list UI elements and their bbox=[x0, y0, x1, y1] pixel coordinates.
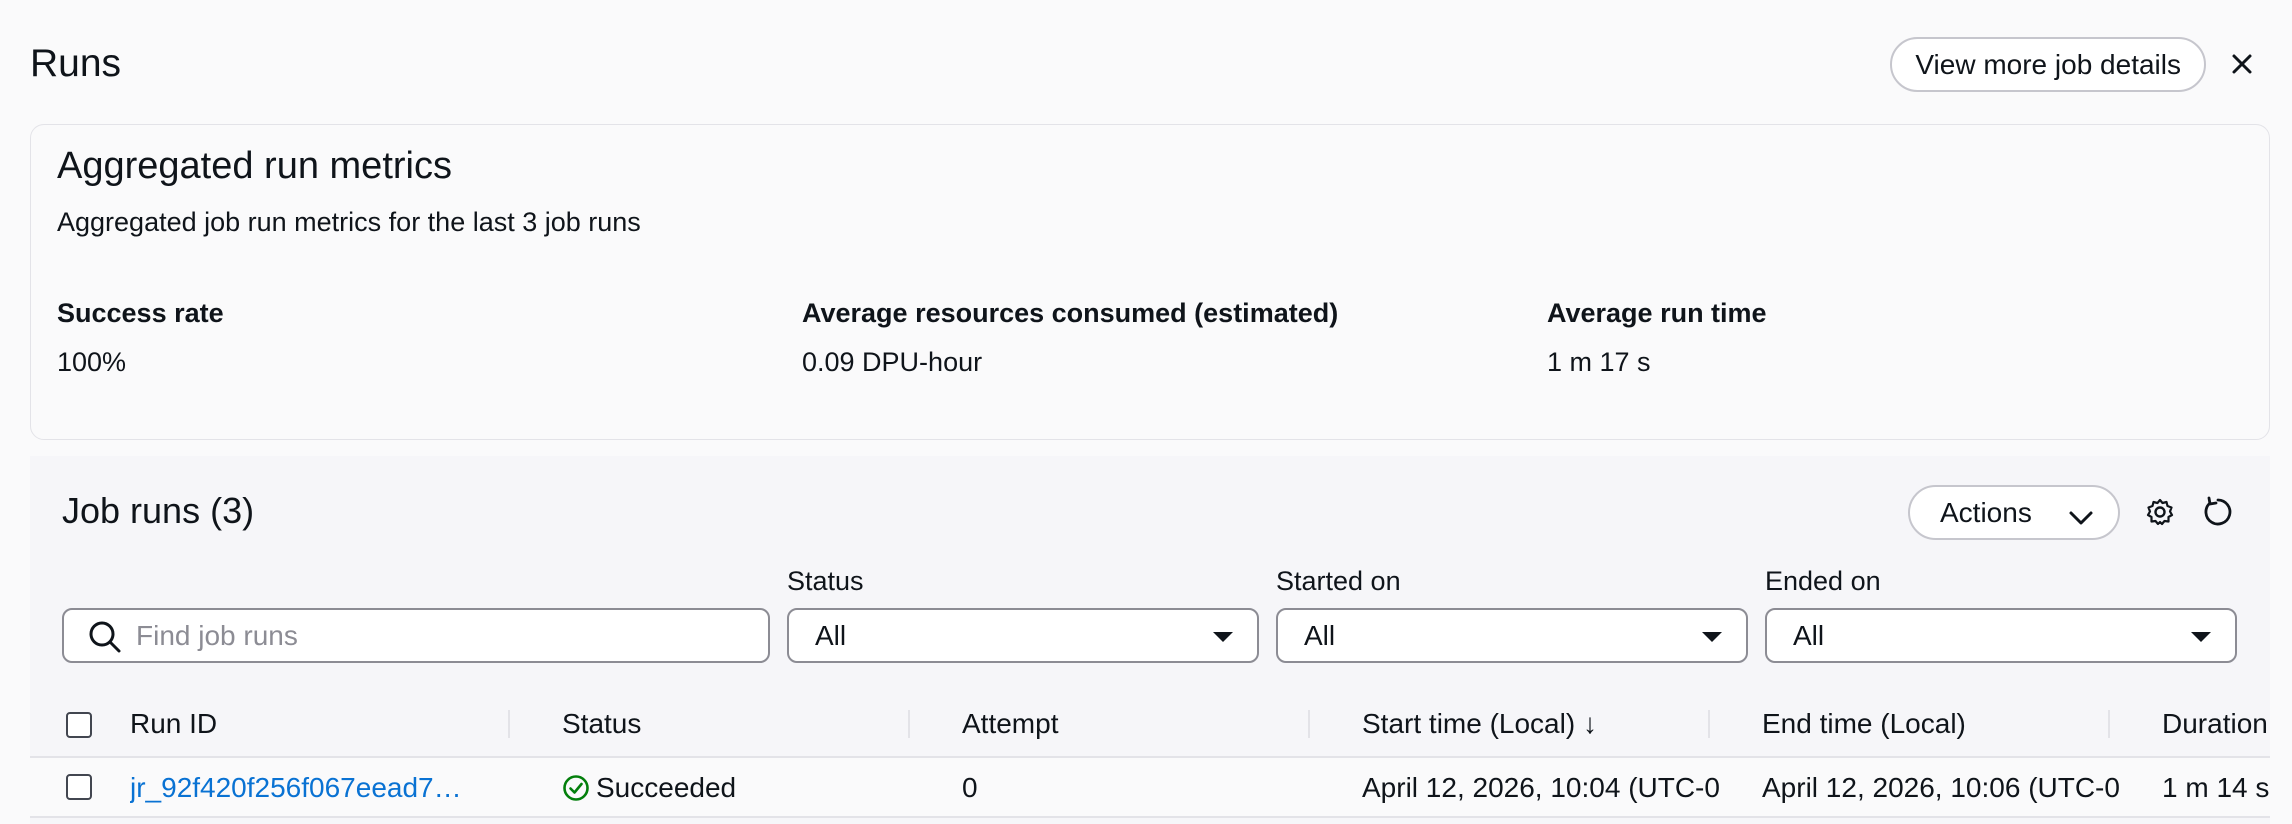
filter-label: Status bbox=[787, 566, 864, 596]
job-runs-table: Run ID Status Attempt Start time (Local)… bbox=[30, 694, 2270, 818]
metric-avg-run-time: Average run time 1 m 17 s bbox=[1547, 298, 1767, 378]
table-row: jr_92f420f256f067eead7… Succeeded 0 Apri… bbox=[30, 758, 2270, 818]
caret-down-icon bbox=[1702, 632, 1722, 642]
column-header-run-id[interactable]: Run ID bbox=[130, 708, 217, 740]
run-id-link[interactable]: jr_92f420f256f067eead7… bbox=[130, 772, 462, 804]
success-check-icon bbox=[562, 774, 590, 802]
filter-value: All bbox=[1304, 619, 1336, 651]
status-cell: Succeeded bbox=[562, 772, 736, 804]
metric-label: Success rate bbox=[57, 298, 224, 328]
column-header-attempt[interactable]: Attempt bbox=[962, 708, 1058, 740]
row-checkbox[interactable] bbox=[66, 774, 92, 800]
metric-success-rate: Success rate 100% bbox=[57, 298, 224, 378]
started-on-filter-select[interactable]: All bbox=[1276, 608, 1748, 663]
metric-label: Average run time bbox=[1547, 298, 1767, 328]
table-header: Run ID Status Attempt Start time (Local)… bbox=[30, 694, 2270, 758]
column-divider[interactable] bbox=[1708, 710, 1710, 738]
filter-value: All bbox=[815, 619, 847, 651]
actions-button[interactable]: Actions bbox=[1908, 485, 2120, 540]
select-all-checkbox[interactable] bbox=[66, 712, 92, 738]
close-icon[interactable] bbox=[2222, 44, 2262, 84]
status-filter-select[interactable]: All bbox=[787, 608, 1259, 663]
metrics-title: Aggregated run metrics bbox=[57, 145, 452, 187]
ended-on-filter-select[interactable]: All bbox=[1765, 608, 2237, 663]
column-header-start-time[interactable]: Start time (Local) ↓ bbox=[1362, 708, 1597, 740]
metric-value: 1 m 17 s bbox=[1547, 347, 1651, 377]
column-header-label: Start time (Local) bbox=[1362, 708, 1576, 739]
view-job-details-button[interactable]: View more job details bbox=[1890, 37, 2206, 92]
end-time-cell: April 12, 2026, 10:06 (UTC-0 bbox=[1762, 772, 2120, 803]
start-time-cell: April 12, 2026, 10:04 (UTC-0 bbox=[1362, 772, 1720, 803]
chevron-down-icon bbox=[2068, 503, 2094, 535]
metric-value: 100% bbox=[57, 347, 127, 377]
page-header: Runs View more job details bbox=[30, 36, 2262, 94]
actions-label: Actions bbox=[1940, 496, 2032, 528]
duration-cell: 1 m 14 s bbox=[2162, 772, 2270, 803]
attempt-cell: 0 bbox=[962, 772, 978, 803]
job-runs-section: Job runs (3) Actions Status All Started … bbox=[30, 456, 2270, 824]
aggregated-metrics-card: Aggregated run metrics Aggregated job ru… bbox=[30, 124, 2270, 440]
column-divider[interactable] bbox=[2108, 710, 2110, 738]
metric-avg-resources: Average resources consumed (estimated) 0… bbox=[802, 298, 1338, 378]
ended-on-filter: Ended on All bbox=[1765, 566, 2237, 663]
column-header-end-time[interactable]: End time (Local) bbox=[1762, 708, 1966, 740]
column-divider[interactable] bbox=[908, 710, 910, 738]
metric-value: 0.09 DPU-hour bbox=[802, 347, 983, 377]
metric-label: Average resources consumed (estimated) bbox=[802, 298, 1339, 328]
filter-label: Started on bbox=[1276, 566, 1401, 596]
column-divider[interactable] bbox=[1308, 710, 1310, 738]
sort-descending-icon: ↓ bbox=[1582, 708, 1597, 739]
search-icon bbox=[88, 620, 122, 659]
status-filter: Status All bbox=[787, 566, 1259, 663]
caret-down-icon bbox=[2191, 632, 2211, 642]
caret-down-icon bbox=[1213, 632, 1233, 642]
column-header-status[interactable]: Status bbox=[562, 708, 641, 740]
started-on-filter: Started on All bbox=[1276, 566, 1748, 663]
job-runs-title: Job runs (3) bbox=[62, 490, 255, 531]
search-field[interactable] bbox=[62, 608, 770, 663]
column-divider[interactable] bbox=[508, 710, 510, 738]
filter-value: All bbox=[1793, 619, 1825, 651]
search-input[interactable] bbox=[136, 618, 736, 654]
page-title: Runs bbox=[30, 42, 122, 85]
refresh-icon[interactable] bbox=[2198, 492, 2238, 532]
metrics-description: Aggregated job run metrics for the last … bbox=[57, 207, 641, 237]
status-text: Succeeded bbox=[596, 772, 737, 803]
filter-label: Ended on bbox=[1765, 566, 1881, 596]
column-header-duration[interactable]: Duration bbox=[2162, 708, 2270, 740]
gear-icon[interactable] bbox=[2140, 492, 2180, 532]
